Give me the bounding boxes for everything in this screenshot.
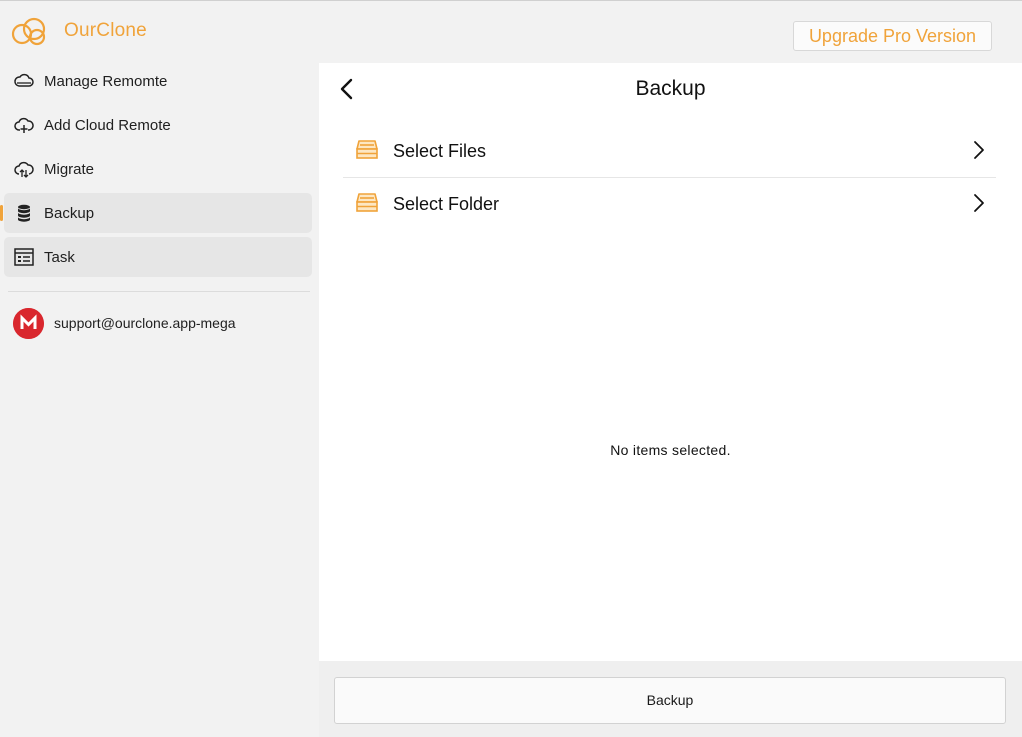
empty-state-message: No items selected. — [610, 442, 731, 458]
select-files-row[interactable]: Select Files — [343, 125, 996, 177]
sidebar-divider — [8, 291, 310, 292]
mega-icon — [13, 308, 44, 339]
task-list-icon — [14, 248, 34, 266]
database-icon — [18, 204, 30, 222]
sidebar-item-task[interactable]: Task — [4, 237, 312, 277]
active-indicator — [0, 205, 3, 221]
account-label: support@ourclone.app-mega — [54, 315, 236, 331]
app-window: OurClone Upgrade Pro Version Manage Remo… — [0, 0, 1022, 737]
cloud-add-icon — [14, 117, 34, 133]
ourclone-logo-icon — [11, 17, 46, 46]
select-folder-label: Select Folder — [393, 194, 500, 214]
drive-icon — [356, 193, 378, 212]
sidebar-item-label: Task — [44, 249, 75, 266]
app-title: OurClone — [64, 20, 147, 41]
sidebar-item-label: Manage Remomte — [44, 73, 168, 90]
backup-button[interactable]: Backup — [334, 677, 1006, 724]
sidebar-item-backup[interactable]: Backup — [0, 193, 312, 233]
sidebar-item-add-cloud-remote[interactable]: Add Cloud Remote — [4, 105, 312, 145]
cloud-icon — [14, 73, 34, 87]
sidebar-item-label: Backup — [44, 205, 95, 222]
upgrade-pro-button[interactable]: Upgrade Pro Version — [793, 21, 992, 51]
main-panel: Backup Select Files Select Folder No ite… — [319, 63, 1022, 661]
sidebar-item-label: Migrate — [44, 161, 95, 178]
page-title: Backup — [635, 77, 706, 100]
sidebar-item-label: Add Cloud Remote — [44, 117, 171, 134]
cloud-sync-icon — [14, 161, 34, 178]
select-folder-row[interactable]: Select Folder — [343, 178, 996, 230]
chevron-right-icon — [974, 141, 984, 159]
chevron-right-icon — [974, 194, 984, 212]
sidebar-item-manage-remote[interactable]: Manage Remomte — [4, 61, 312, 101]
drive-icon — [356, 140, 378, 159]
bottom-bar: Backup — [319, 661, 1022, 737]
select-files-label: Select Files — [393, 141, 487, 161]
sidebar-item-migrate[interactable]: Migrate — [4, 149, 312, 189]
